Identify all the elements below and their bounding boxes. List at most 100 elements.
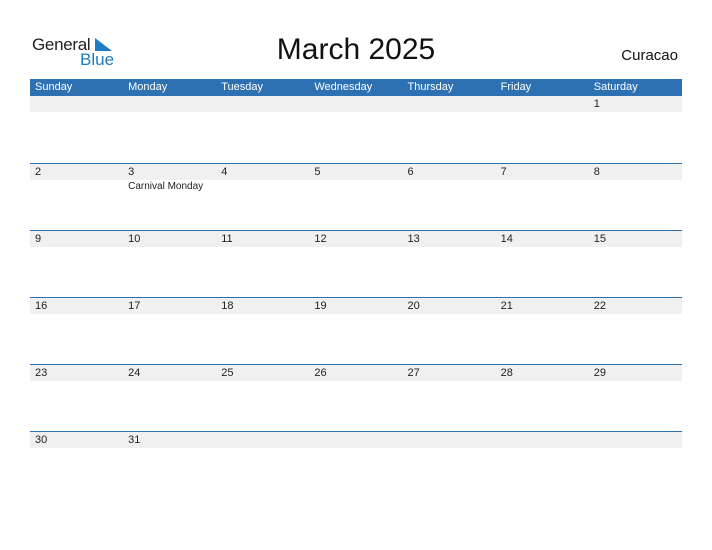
day-number: 22 — [593, 300, 606, 312]
day-number: 25 — [221, 367, 234, 379]
day-number: 24 — [128, 367, 141, 379]
day-number: 20 — [407, 300, 420, 312]
day-number: 29 — [593, 367, 606, 379]
day-number: 5 — [314, 166, 321, 178]
day-number: 7 — [500, 166, 507, 178]
day-strip — [588, 96, 682, 112]
day-cell: 21 — [495, 298, 589, 364]
day-number: 13 — [407, 233, 420, 245]
day-strip — [309, 96, 403, 112]
day-number: 15 — [593, 233, 606, 245]
day-cell — [309, 96, 403, 163]
day-cell: 12 — [309, 231, 403, 297]
day-cell: 17 — [123, 298, 217, 364]
day-strip — [30, 164, 124, 180]
day-number: 16 — [35, 300, 48, 312]
day-cell: 6 — [402, 164, 496, 230]
day-strip — [123, 164, 217, 180]
day-cell: 9 — [30, 231, 124, 297]
day-strip — [402, 432, 496, 448]
day-strip — [588, 164, 682, 180]
day-cell: 16 — [30, 298, 124, 364]
day-cell — [588, 432, 682, 498]
day-number: 3 — [128, 166, 135, 178]
day-strip — [216, 164, 310, 180]
day-number: 23 — [35, 367, 48, 379]
day-cell — [402, 96, 496, 163]
day-cell — [495, 432, 589, 498]
day-number: 6 — [407, 166, 414, 178]
day-strip — [402, 96, 496, 112]
day-cell: 15 — [588, 231, 682, 297]
country-label: Curacao — [621, 47, 678, 64]
day-cell: 3 Carnival Monday — [123, 164, 217, 230]
day-cell: 28 — [495, 365, 589, 431]
day-cell: 8 — [588, 164, 682, 230]
weekday-thursday: Thursday — [407, 81, 454, 93]
weekday-sunday: Sunday — [35, 81, 73, 93]
day-cell: 29 — [588, 365, 682, 431]
weekday-header: Sunday Monday Tuesday Wednesday Thursday… — [30, 79, 682, 96]
day-strip — [588, 432, 682, 448]
day-number: 18 — [221, 300, 234, 312]
day-cell: 5 — [309, 164, 403, 230]
day-cell: 20 — [402, 298, 496, 364]
day-cell — [309, 432, 403, 498]
day-strip — [30, 231, 124, 247]
week-row: 16 17 18 19 20 21 22 — [30, 297, 682, 364]
week-row: 2 3 Carnival Monday 4 5 6 7 8 — [30, 163, 682, 230]
day-strip — [402, 164, 496, 180]
day-number: 26 — [314, 367, 327, 379]
weekday-friday: Friday — [500, 81, 532, 93]
day-number: 9 — [35, 233, 42, 245]
day-number: 19 — [314, 300, 327, 312]
day-number: 28 — [500, 367, 513, 379]
day-cell: 19 — [309, 298, 403, 364]
day-number: 12 — [314, 233, 327, 245]
day-number: 11 — [221, 233, 233, 245]
day-strip — [495, 164, 589, 180]
day-cell — [123, 96, 217, 163]
day-cell: 11 — [216, 231, 310, 297]
day-cell — [30, 96, 124, 163]
day-cell: 27 — [402, 365, 496, 431]
day-number: 1 — [593, 98, 600, 110]
page-title: March 2025 — [276, 33, 436, 66]
week-row: 1 — [30, 96, 682, 163]
day-strip — [216, 432, 310, 448]
day-number: 4 — [221, 166, 228, 178]
day-cell: 13 — [402, 231, 496, 297]
day-strip — [495, 96, 589, 112]
day-number: 31 — [128, 434, 141, 446]
day-cell: 18 — [216, 298, 310, 364]
week-row: 9 10 11 12 13 14 15 — [30, 230, 682, 297]
day-strip — [309, 432, 403, 448]
day-cell: 7 — [495, 164, 589, 230]
day-number: 30 — [35, 434, 48, 446]
day-cell: 25 — [216, 365, 310, 431]
day-number: 21 — [500, 300, 513, 312]
day-cell: 2 — [30, 164, 124, 230]
day-strip — [30, 96, 124, 112]
day-number: 2 — [35, 166, 42, 178]
day-number: 17 — [128, 300, 141, 312]
holiday-label: Carnival Monday — [128, 181, 204, 192]
day-strip — [216, 96, 310, 112]
day-strip — [123, 96, 217, 112]
day-number: 10 — [128, 233, 141, 245]
day-number: 14 — [500, 233, 513, 245]
weekday-monday: Monday — [128, 81, 168, 93]
weekday-wednesday: Wednesday — [314, 81, 373, 93]
day-cell — [402, 432, 496, 498]
week-row: 23 24 25 26 27 28 29 — [30, 364, 682, 431]
day-cell — [495, 96, 589, 163]
day-strip — [495, 432, 589, 448]
day-strip — [309, 164, 403, 180]
day-cell: 1 — [588, 96, 682, 163]
day-number: 27 — [407, 367, 420, 379]
day-cell: 24 — [123, 365, 217, 431]
weekday-saturday: Saturday — [593, 81, 638, 93]
weekday-tuesday: Tuesday — [221, 81, 264, 93]
day-cell: 23 — [30, 365, 124, 431]
day-cell — [216, 432, 310, 498]
